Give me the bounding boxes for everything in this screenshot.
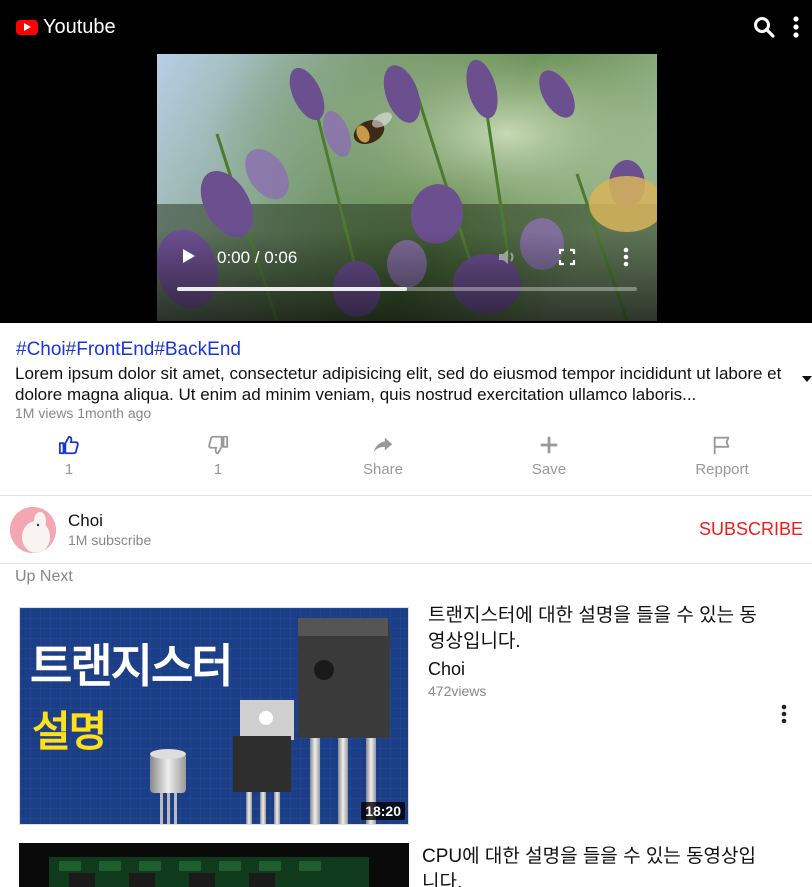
video-duration: 18:20	[361, 802, 405, 820]
more-vert-icon[interactable]	[779, 703, 789, 725]
video-progress-bar[interactable]	[177, 287, 637, 291]
youtube-logo[interactable]: Youtube	[16, 16, 116, 39]
up-next-heading: Up Next	[15, 568, 73, 585]
video-description: Lorem ipsum dolor sit amet, consectetur …	[15, 364, 782, 404]
youtube-play-logo-icon	[16, 19, 38, 35]
top-actions	[752, 0, 812, 54]
share-icon	[373, 437, 393, 453]
video-thumbnail[interactable]	[19, 843, 409, 887]
flag-icon	[713, 436, 730, 455]
player-more-icon[interactable]	[621, 246, 631, 268]
video-meta: 1M views 1month ago	[15, 405, 152, 421]
app-title: Youtube	[43, 15, 116, 38]
thumbnail-art	[19, 843, 409, 887]
video-tags[interactable]: #Choi#FrontEnd#BackEnd	[16, 339, 241, 361]
dislike-count: 1	[213, 461, 223, 478]
top-app-bar: Youtube	[0, 0, 812, 54]
volume-icon[interactable]	[497, 247, 517, 267]
save-button[interactable]: Save	[504, 434, 594, 490]
save-label: Save	[531, 461, 567, 478]
thumb-up-icon	[58, 435, 79, 455]
like-button[interactable]: 1	[24, 434, 114, 490]
video-player-area: 0:00 / 0:06	[0, 54, 812, 323]
video-time: 0:00 / 0:06	[217, 248, 298, 267]
play-icon[interactable]	[179, 247, 197, 265]
up-next-title[interactable]: 트랜지스터에 대한 설명을 들을 수 있는 동영상입니다.	[428, 603, 768, 655]
report-button[interactable]: Repport	[677, 434, 767, 490]
channel-avatar[interactable]	[10, 507, 56, 553]
video-thumbnail[interactable]: 트랜지스터 설명 18:20	[19, 607, 409, 825]
video-controls	[157, 231, 657, 321]
video-progress-loaded	[177, 287, 407, 291]
add-icon	[540, 436, 558, 454]
thumbnail-subtitle-text: 설명	[32, 707, 107, 756]
thumbnail-title-text: 트랜지스터	[30, 639, 234, 693]
video-actions-bar: 1 1 Share Save Repport	[0, 430, 812, 496]
up-next-item[interactable]: 트랜지스터 설명 18:20 트랜지스터에 대한 설명을 들을 수 있는 동영상…	[0, 605, 812, 825]
channel-subscribers: 1M subscribe	[68, 532, 152, 548]
up-next-channel: Choi	[428, 659, 466, 679]
up-next-views: 472views	[428, 683, 487, 699]
search-icon[interactable]	[752, 15, 776, 39]
subscribe-button[interactable]: SUBSCRIBE	[699, 519, 803, 540]
dislike-button[interactable]: 1	[173, 434, 263, 490]
up-next-item[interactable]: CPU에 대한 설명을 들을 수 있는 동영상입니다.	[0, 843, 812, 887]
channel-name[interactable]: Choi	[68, 511, 103, 531]
share-label: Share	[362, 461, 404, 478]
video-player[interactable]: 0:00 / 0:06	[157, 54, 657, 321]
expand-description-icon[interactable]	[802, 370, 812, 382]
more-vert-icon[interactable]	[784, 15, 808, 39]
thumb-down-icon	[208, 435, 229, 455]
report-label: Repport	[695, 461, 749, 478]
fullscreen-icon[interactable]	[558, 248, 576, 266]
like-count: 1	[64, 461, 74, 478]
channel-row: Choi 1M subscribe SUBSCRIBE	[0, 497, 812, 564]
up-next-title[interactable]: CPU에 대한 설명을 들을 수 있는 동영상입니다.	[422, 844, 772, 887]
share-button[interactable]: Share	[338, 434, 428, 490]
